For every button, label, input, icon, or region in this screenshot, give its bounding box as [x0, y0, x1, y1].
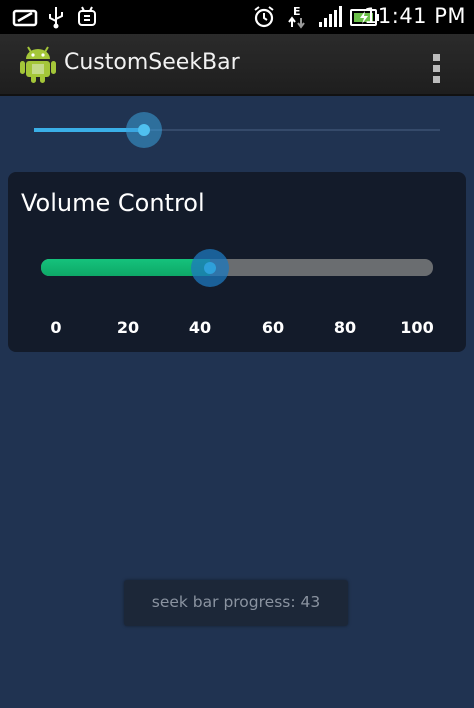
usb-icon — [49, 7, 63, 29]
toast: seek bar progress: 43 — [124, 580, 348, 626]
volume-control-card: Volume Control 0 20 40 60 80 100 — [8, 172, 466, 352]
action-bar: CustomSeekBar — [0, 34, 474, 96]
volume-seekbar-progress — [41, 259, 210, 276]
status-time: 11:41 PM — [364, 4, 466, 28]
volume-seekbar[interactable] — [41, 249, 433, 287]
android-debug-icon — [78, 6, 96, 26]
android-app-icon — [20, 46, 56, 83]
app-title: CustomSeekBar — [64, 50, 240, 75]
alarm-icon — [254, 6, 274, 28]
tick-label: 100 — [400, 318, 434, 337]
volume-seekbar-thumb[interactable] — [191, 249, 229, 287]
signal-icon — [319, 6, 342, 27]
toast-text: seek bar progress: 43 — [151, 593, 321, 611]
top-seekbar[interactable] — [34, 112, 440, 152]
overflow-menu-icon[interactable] — [426, 48, 448, 83]
tick-label: 40 — [188, 318, 212, 337]
volume-seekbar-thumb-core — [204, 262, 216, 274]
card-title: Volume Control — [21, 189, 205, 217]
tick-label: 60 — [261, 318, 285, 337]
volume-tick-labels: 0 20 40 60 80 100 — [8, 318, 466, 340]
tick-label: 20 — [116, 318, 140, 337]
top-seekbar-thumb[interactable] — [126, 112, 162, 148]
svg-text:E: E — [293, 5, 301, 18]
edge-data-icon: E — [288, 5, 305, 29]
tick-label: 0 — [50, 318, 62, 337]
tick-label: 80 — [333, 318, 357, 337]
top-seekbar-thumb-core — [138, 124, 150, 136]
status-bar: E 11:41 PM — [0, 0, 474, 34]
usb-storage-icon — [12, 9, 38, 27]
